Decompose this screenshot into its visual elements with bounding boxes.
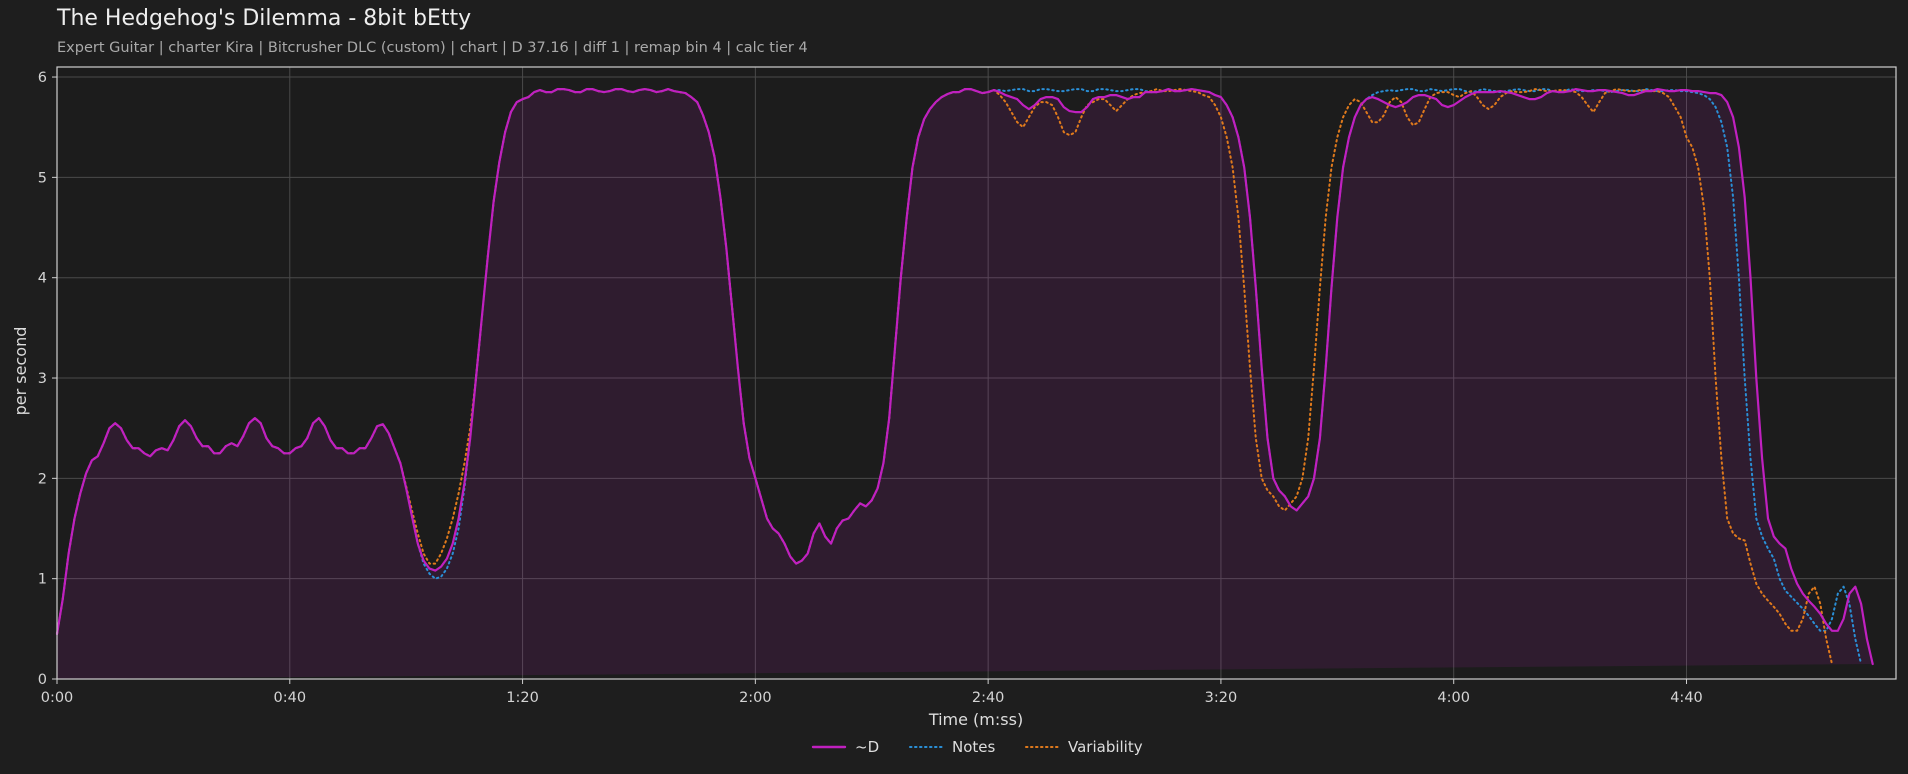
- y-tick-label: 0: [38, 672, 47, 688]
- legend-label-variability: Variability: [1068, 738, 1143, 756]
- y-tick-label: 6: [38, 70, 47, 86]
- legend-label-notes: Notes: [952, 738, 996, 756]
- y-tick-label: 3: [38, 371, 47, 387]
- x-tick-label: 3:20: [1205, 690, 1238, 706]
- x-tick-label: 1:20: [506, 690, 539, 706]
- x-tick-label: 0:00: [41, 690, 74, 706]
- y-axis-label: per second: [11, 327, 30, 416]
- y-tick-label: 2: [38, 471, 47, 487]
- legend: ~D Notes Variability: [811, 738, 1143, 756]
- x-axis-label: Time (m:ss): [928, 710, 1023, 729]
- y-tick-label: 1: [38, 572, 47, 588]
- x-tick-label: 4:40: [1670, 690, 1703, 706]
- legend-label-d: ~D: [855, 738, 879, 756]
- x-tick-label: 2:40: [972, 690, 1005, 706]
- y-tick-label: 5: [38, 170, 47, 186]
- x-tick-label: 0:40: [274, 690, 307, 706]
- x-tick-label: 2:00: [739, 690, 772, 706]
- y-tick-label: 4: [38, 271, 47, 287]
- x-tick-label: 4:00: [1437, 690, 1470, 706]
- line-chart: 0:00 0:40 1:20 2:00 2:40 3:20 4:00 4:40 0 1 2 3 4 5 6…: [11, 66, 1897, 756]
